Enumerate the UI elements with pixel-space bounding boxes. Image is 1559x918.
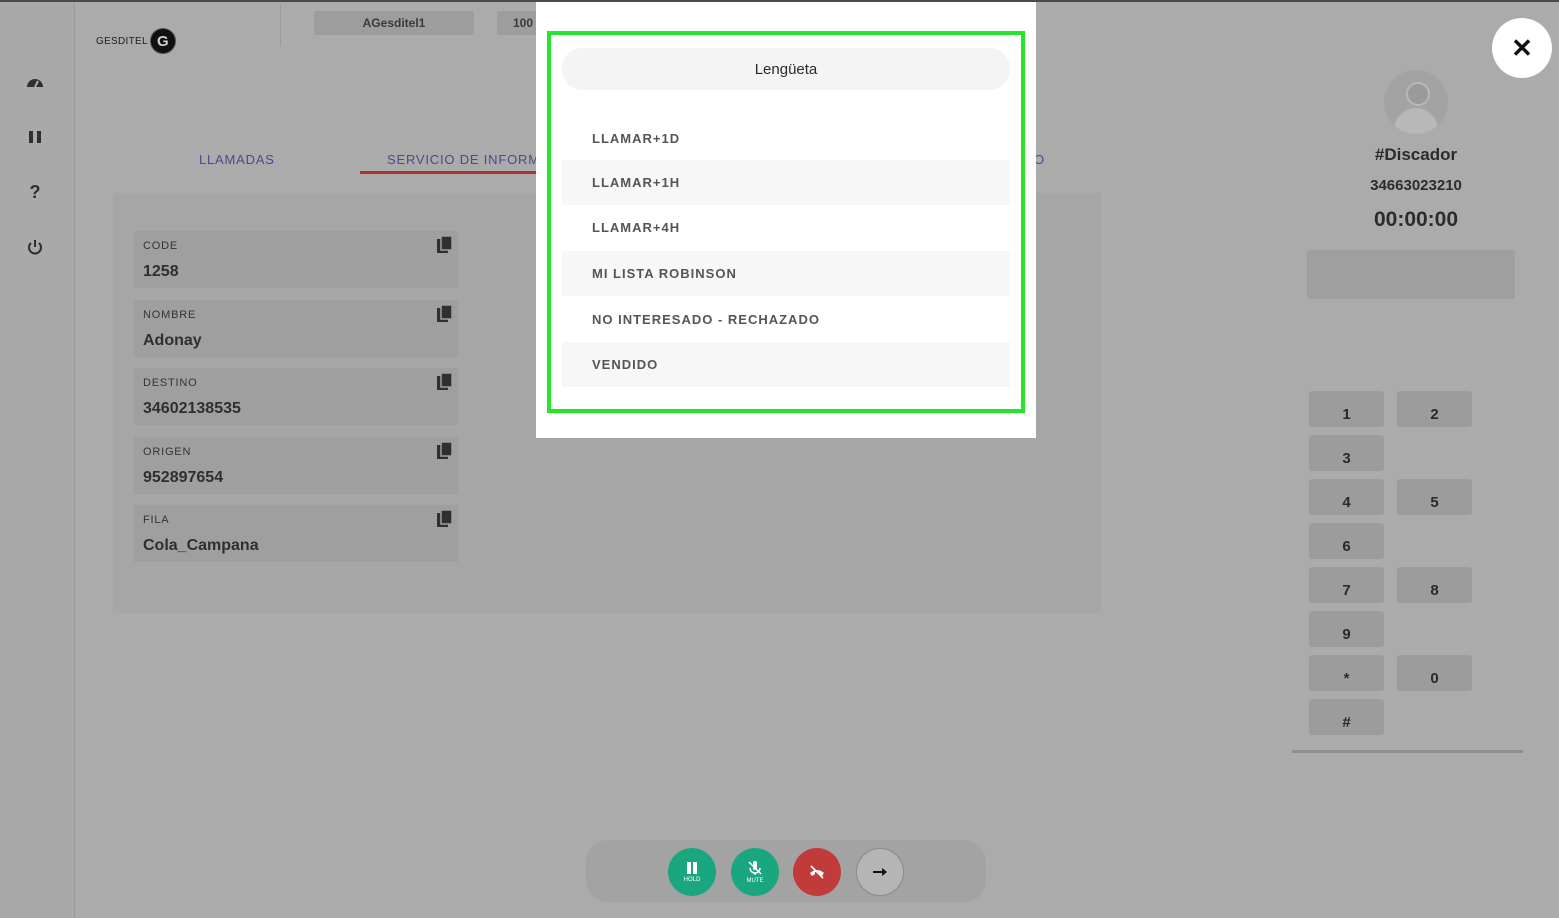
brand-logo: GESDITEL G: [96, 28, 176, 54]
pause-icon: [687, 862, 697, 874]
field-label: NOMBRE: [143, 309, 197, 321]
caller-number: 34663023210: [1370, 177, 1462, 194]
keypad-key-9[interactable]: 9: [1309, 611, 1384, 647]
copy-icon[interactable]: [436, 372, 454, 392]
pause-icon[interactable]: [24, 126, 46, 148]
hold-button[interactable]: HOLD: [668, 848, 716, 896]
power-icon[interactable]: [24, 236, 46, 258]
field-value: Cola_Campana: [143, 537, 259, 554]
field-origen: ORIGEN 952897654: [134, 437, 458, 494]
help-icon[interactable]: ?: [24, 181, 46, 203]
brand-logo-icon: G: [149, 28, 176, 54]
option-no-interesado[interactable]: NO INTERESADO - RECHAZADO: [562, 297, 1010, 342]
call-controls: [586, 840, 986, 902]
keypad-key-4[interactable]: 4: [1309, 479, 1384, 515]
agent-chip: AGesditel1: [314, 11, 474, 35]
keypad-key-8[interactable]: 8: [1397, 567, 1472, 603]
keypad-key-2[interactable]: 2: [1397, 391, 1472, 427]
field-label: FILA: [143, 514, 170, 526]
option-llamar-1d[interactable]: LLAMAR+1D: [562, 116, 1010, 161]
keypad-key-7[interactable]: 7: [1309, 567, 1384, 603]
keypad-key-5[interactable]: 5: [1397, 479, 1472, 515]
field-value: 1258: [143, 263, 179, 280]
hangup-button[interactable]: [793, 848, 841, 896]
brand-name: GESDITEL: [96, 35, 148, 47]
copy-icon[interactable]: [436, 441, 454, 461]
avatar: [1384, 70, 1448, 134]
field-value: 34602138535: [143, 400, 241, 417]
tag-selection-modal: Lengüeta LLAMAR+1D LLAMAR+1H LLAMAR+4H M…: [536, 2, 1036, 438]
avatar-head: [1406, 82, 1430, 106]
option-llamar-4h[interactable]: LLAMAR+4H: [562, 205, 1010, 250]
header-divider: [280, 4, 281, 46]
mic-off-icon: [748, 861, 762, 875]
call-timer: 00:00:00: [1373, 208, 1459, 231]
close-button[interactable]: ✕: [1492, 18, 1552, 78]
copy-icon[interactable]: [436, 304, 454, 324]
dashboard-icon[interactable]: [24, 72, 46, 94]
copy-icon[interactable]: [436, 509, 454, 529]
tab-servicio-informacion[interactable]: SERVICIO DE INFORM: [387, 152, 540, 167]
keypad-key-0[interactable]: 0: [1397, 655, 1472, 691]
sidebar: ?: [0, 2, 75, 918]
keypad-key-6[interactable]: 6: [1309, 523, 1384, 559]
hangup-icon: [810, 865, 824, 879]
hold-label: HOLD: [683, 877, 701, 883]
keypad-key-star[interactable]: *: [1309, 655, 1384, 691]
caller-name: #Discador: [1374, 145, 1458, 164]
option-llamar-1h[interactable]: LLAMAR+1H: [562, 160, 1010, 205]
extension-chip: 100: [497, 11, 537, 35]
close-icon: ✕: [1511, 32, 1533, 63]
keypad-key-3[interactable]: 3: [1309, 435, 1384, 471]
field-value: 952897654: [143, 469, 224, 486]
option-vendido[interactable]: VENDIDO: [562, 342, 1010, 387]
field-fila: FILA Cola_Campana: [134, 505, 458, 562]
field-destino: DESTINO 34602138535: [134, 368, 458, 425]
field-value: Adonay: [143, 332, 202, 349]
mute-button[interactable]: MUTE: [731, 848, 779, 896]
field-label: CODE: [143, 240, 178, 252]
transfer-button[interactable]: [856, 848, 904, 896]
dial-display[interactable]: [1307, 250, 1515, 299]
field-label: ORIGEN: [143, 446, 192, 458]
field-nombre: NOMBRE Adonay: [134, 300, 458, 357]
keypad-key-1[interactable]: 1: [1309, 391, 1384, 427]
active-tab-indicator: [360, 171, 540, 174]
modal-title: Lengüeta: [562, 48, 1010, 90]
option-mi-lista-robinson[interactable]: MI LISTA ROBINSON: [562, 251, 1010, 296]
field-label: DESTINO: [143, 377, 198, 389]
keypad-divider: [1292, 750, 1523, 753]
mute-label: MUTE: [746, 878, 764, 884]
field-code: CODE 1258: [134, 231, 458, 288]
arrow-right-icon: [873, 868, 887, 876]
copy-icon[interactable]: [436, 235, 454, 255]
keypad-key-hash[interactable]: #: [1309, 699, 1384, 735]
tab-llamadas[interactable]: LLAMADAS: [199, 152, 275, 167]
avatar-body: [1394, 108, 1438, 134]
